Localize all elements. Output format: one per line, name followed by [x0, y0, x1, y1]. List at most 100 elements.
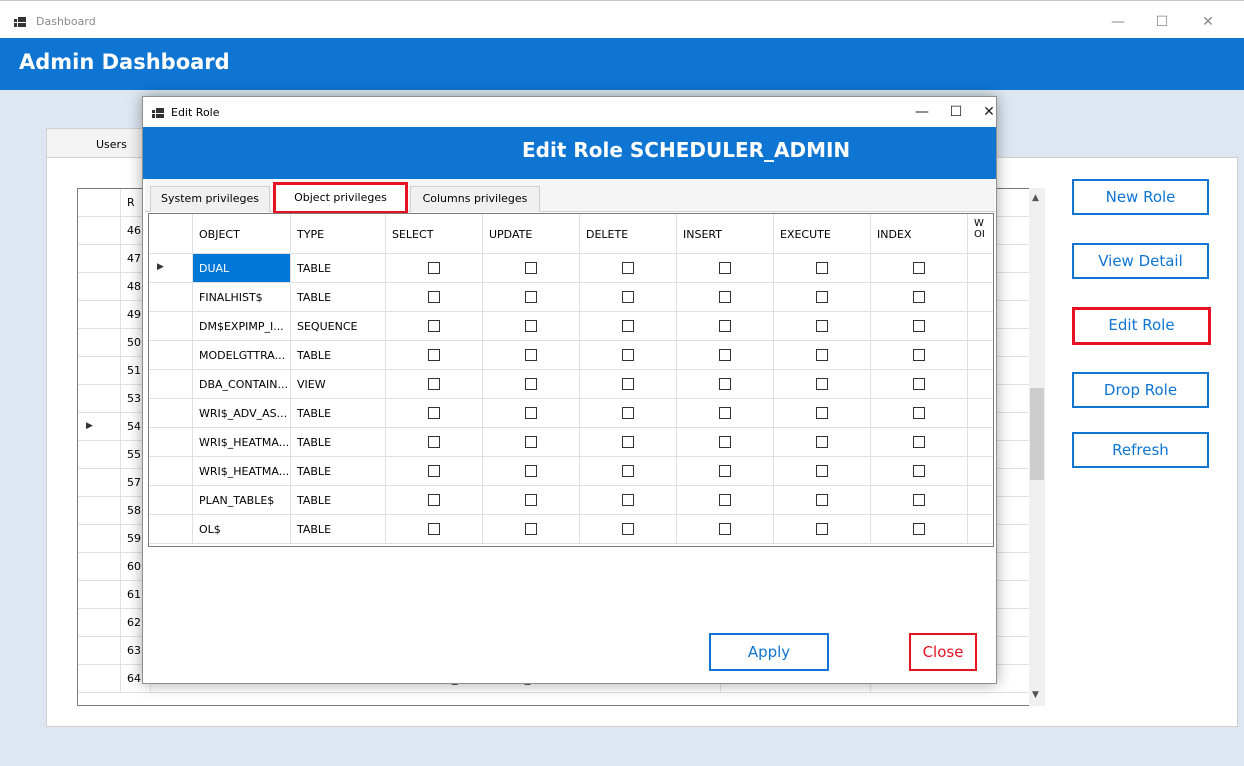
table-row[interactable]: OL$ TABLE — [149, 515, 993, 544]
tab-users[interactable]: Users — [46, 128, 146, 158]
table-row[interactable]: DM$EXPIMP_I... SEQUENCE — [149, 312, 993, 341]
maximize-button[interactable]: ☐ — [1144, 9, 1180, 35]
insert-checkbox[interactable] — [719, 523, 731, 535]
view-detail-button[interactable]: View Detail — [1072, 243, 1209, 279]
col-partial[interactable]: W OI — [968, 214, 993, 253]
apply-button[interactable]: Apply — [709, 633, 829, 671]
insert-checkbox[interactable] — [719, 494, 731, 506]
dialog-minimize-button[interactable]: — — [907, 101, 937, 123]
index-checkbox[interactable] — [913, 436, 925, 448]
new-role-button[interactable]: New Role — [1072, 179, 1209, 215]
execute-checkbox[interactable] — [816, 320, 828, 332]
delete-checkbox[interactable] — [622, 349, 634, 361]
select-checkbox[interactable] — [428, 494, 440, 506]
type-cell[interactable]: TABLE — [291, 399, 386, 427]
object-cell[interactable]: PLAN_TABLE$ — [193, 486, 291, 514]
insert-checkbox[interactable] — [719, 349, 731, 361]
execute-checkbox[interactable] — [816, 436, 828, 448]
type-cell[interactable]: TABLE — [291, 486, 386, 514]
delete-checkbox[interactable] — [622, 436, 634, 448]
insert-checkbox[interactable] — [719, 436, 731, 448]
delete-checkbox[interactable] — [622, 494, 634, 506]
table-row[interactable]: PLAN_TABLE$ TABLE — [149, 486, 993, 515]
index-checkbox[interactable] — [913, 349, 925, 361]
delete-checkbox[interactable] — [622, 407, 634, 419]
update-checkbox[interactable] — [525, 465, 537, 477]
select-checkbox[interactable] — [428, 320, 440, 332]
type-cell[interactable]: TABLE — [291, 457, 386, 485]
col-type[interactable]: TYPE — [291, 214, 386, 253]
refresh-button[interactable]: Refresh — [1072, 432, 1209, 468]
object-cell[interactable]: WRI$_ADV_AS... — [193, 399, 291, 427]
table-row[interactable]: MODELGTTRA... TABLE — [149, 341, 993, 370]
execute-checkbox[interactable] — [816, 291, 828, 303]
dialog-close-button[interactable]: ✕ — [974, 101, 1004, 123]
select-checkbox[interactable] — [428, 378, 440, 390]
update-checkbox[interactable] — [525, 349, 537, 361]
close-button[interactable]: ✕ — [1190, 9, 1226, 35]
execute-checkbox[interactable] — [816, 349, 828, 361]
type-cell[interactable]: TABLE — [291, 254, 386, 282]
update-checkbox[interactable] — [525, 436, 537, 448]
select-checkbox[interactable] — [428, 465, 440, 477]
object-cell[interactable]: MODELGTTRA... — [193, 341, 291, 369]
delete-checkbox[interactable] — [622, 291, 634, 303]
index-checkbox[interactable] — [913, 465, 925, 477]
select-checkbox[interactable] — [428, 523, 440, 535]
index-checkbox[interactable] — [913, 494, 925, 506]
edit-role-button[interactable]: Edit Role — [1072, 307, 1211, 345]
type-cell[interactable]: TABLE — [291, 515, 386, 543]
table-row[interactable]: WRI$_HEATMA... TABLE — [149, 428, 993, 457]
type-cell[interactable]: VIEW — [291, 370, 386, 398]
type-cell[interactable]: SEQUENCE — [291, 312, 386, 340]
execute-checkbox[interactable] — [816, 378, 828, 390]
execute-checkbox[interactable] — [816, 262, 828, 274]
table-row[interactable]: WRI$_ADV_AS... TABLE — [149, 399, 993, 428]
index-checkbox[interactable] — [913, 523, 925, 535]
object-cell[interactable]: FINALHIST$ — [193, 283, 291, 311]
update-checkbox[interactable] — [525, 378, 537, 390]
tab-object-privileges[interactable]: Object privileges — [273, 182, 408, 214]
select-checkbox[interactable] — [428, 349, 440, 361]
index-checkbox[interactable] — [913, 262, 925, 274]
index-checkbox[interactable] — [913, 320, 925, 332]
update-checkbox[interactable] — [525, 291, 537, 303]
table-row[interactable]: ▶ DUAL TABLE — [149, 254, 993, 283]
dialog-maximize-button[interactable]: ☐ — [941, 101, 971, 123]
close-dialog-button[interactable]: Close — [909, 633, 977, 671]
type-cell[interactable]: TABLE — [291, 428, 386, 456]
execute-checkbox[interactable] — [816, 494, 828, 506]
scroll-up-icon[interactable]: ▲ — [1032, 193, 1039, 203]
execute-checkbox[interactable] — [816, 407, 828, 419]
col-index[interactable]: INDEX — [871, 214, 968, 253]
type-cell[interactable]: TABLE — [291, 283, 386, 311]
delete-checkbox[interactable] — [622, 320, 634, 332]
object-cell[interactable]: OL$ — [193, 515, 291, 543]
update-checkbox[interactable] — [525, 494, 537, 506]
index-checkbox[interactable] — [913, 291, 925, 303]
object-cell[interactable]: DM$EXPIMP_I... — [193, 312, 291, 340]
insert-checkbox[interactable] — [719, 262, 731, 274]
select-checkbox[interactable] — [428, 262, 440, 274]
table-row[interactable]: DBA_CONTAIN... VIEW — [149, 370, 993, 399]
object-cell[interactable]: DBA_CONTAIN... — [193, 370, 291, 398]
execute-checkbox[interactable] — [816, 523, 828, 535]
insert-checkbox[interactable] — [719, 378, 731, 390]
table-row[interactable]: WRI$_HEATMA... TABLE — [149, 457, 993, 486]
tab-columns-privileges[interactable]: Columns privileges — [410, 186, 540, 212]
update-checkbox[interactable] — [525, 523, 537, 535]
update-checkbox[interactable] — [525, 320, 537, 332]
grid-scrollbar-thumb[interactable] — [1030, 388, 1044, 480]
object-cell[interactable]: WRI$_HEATMA... — [193, 428, 291, 456]
execute-checkbox[interactable] — [816, 465, 828, 477]
col-update[interactable]: UPDATE — [483, 214, 580, 253]
insert-checkbox[interactable] — [719, 407, 731, 419]
col-select[interactable]: SELECT — [386, 214, 483, 253]
col-object[interactable]: OBJECT — [193, 214, 291, 253]
index-checkbox[interactable] — [913, 407, 925, 419]
delete-checkbox[interactable] — [622, 465, 634, 477]
insert-checkbox[interactable] — [719, 320, 731, 332]
update-checkbox[interactable] — [525, 407, 537, 419]
insert-checkbox[interactable] — [719, 291, 731, 303]
object-cell[interactable]: DUAL — [193, 254, 291, 282]
